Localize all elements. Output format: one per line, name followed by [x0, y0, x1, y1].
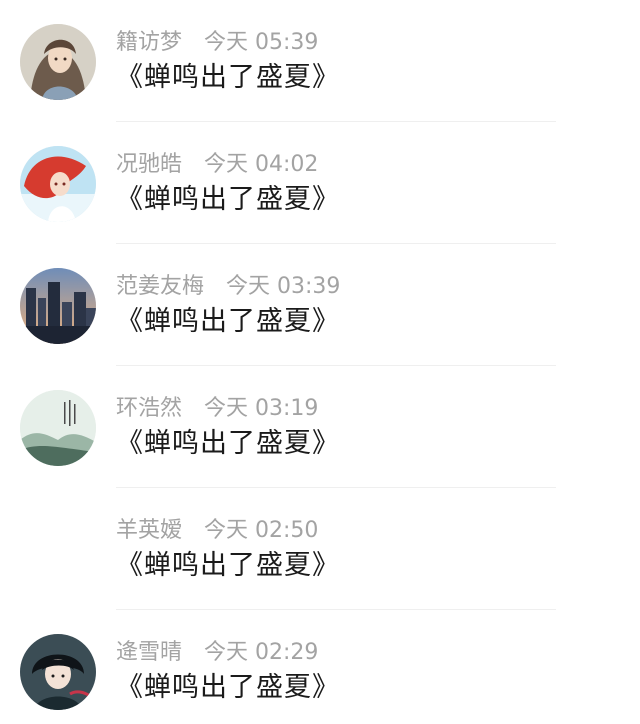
author-name[interactable]: 况驰皓	[116, 152, 182, 177]
avatar-red-hair-girl-icon[interactable]	[20, 146, 96, 222]
author-line: 环浩然 今天 03:19	[116, 394, 318, 424]
post-title[interactable]: 《蝉鸣出了盛夏》	[116, 426, 340, 462]
author-name[interactable]: 环浩然	[116, 396, 182, 421]
list-item[interactable]: 况驰皓 今天 04:02 《蝉鸣出了盛夏》	[0, 122, 640, 244]
author-line: 籍访梦 今天 05:39	[116, 28, 318, 58]
avatar-anime-girl-icon[interactable]	[20, 24, 96, 100]
list-item[interactable]: 逄雪晴 今天 02:29 《蝉鸣出了盛夏》	[0, 610, 640, 724]
post-title[interactable]: 《蝉鸣出了盛夏》	[116, 548, 340, 584]
list-item[interactable]: 籍访梦 今天 05:39 《蝉鸣出了盛夏》	[0, 0, 640, 122]
timestamp: 今天 02:29	[204, 640, 319, 665]
post-title[interactable]: 《蝉鸣出了盛夏》	[116, 182, 340, 218]
author-line: 况驰皓 今天 04:02	[116, 150, 318, 180]
message-feed: 籍访梦 今天 05:39 《蝉鸣出了盛夏》 况驰皓 今天 04:02 《蝉鸣出了盛夏…	[0, 0, 640, 724]
avatar-dark-hair-boy-icon[interactable]	[20, 634, 96, 710]
timestamp: 今天 04:02	[204, 152, 319, 177]
author-name[interactable]: 范姜友梅	[116, 274, 204, 299]
author-name[interactable]: 羊英嫒	[116, 518, 182, 543]
timestamp: 今天 03:19	[204, 396, 319, 421]
avatar-city-skyline-icon[interactable]	[20, 268, 96, 344]
list-item[interactable]: 环浩然 今天 03:19 《蝉鸣出了盛夏》	[0, 366, 640, 488]
author-name[interactable]: 籍访梦	[116, 30, 182, 55]
avatar-placeholder	[20, 512, 96, 588]
timestamp: 今天 05:39	[204, 30, 319, 55]
avatar-ink-landscape-icon[interactable]	[20, 390, 96, 466]
list-item[interactable]: 范姜友梅 今天 03:39 《蝉鸣出了盛夏》	[0, 244, 640, 366]
post-title[interactable]: 《蝉鸣出了盛夏》	[116, 60, 340, 96]
post-title[interactable]: 《蝉鸣出了盛夏》	[116, 670, 340, 706]
author-line: 羊英嫒 今天 02:50	[116, 516, 318, 546]
list-item[interactable]: 羊英嫒 今天 02:50 《蝉鸣出了盛夏》	[0, 488, 640, 610]
author-line: 范姜友梅 今天 03:39	[116, 272, 340, 302]
author-name[interactable]: 逄雪晴	[116, 640, 182, 665]
timestamp: 今天 02:50	[204, 518, 319, 543]
author-line: 逄雪晴 今天 02:29	[116, 638, 318, 668]
timestamp: 今天 03:39	[226, 274, 341, 299]
post-title[interactable]: 《蝉鸣出了盛夏》	[116, 304, 340, 340]
